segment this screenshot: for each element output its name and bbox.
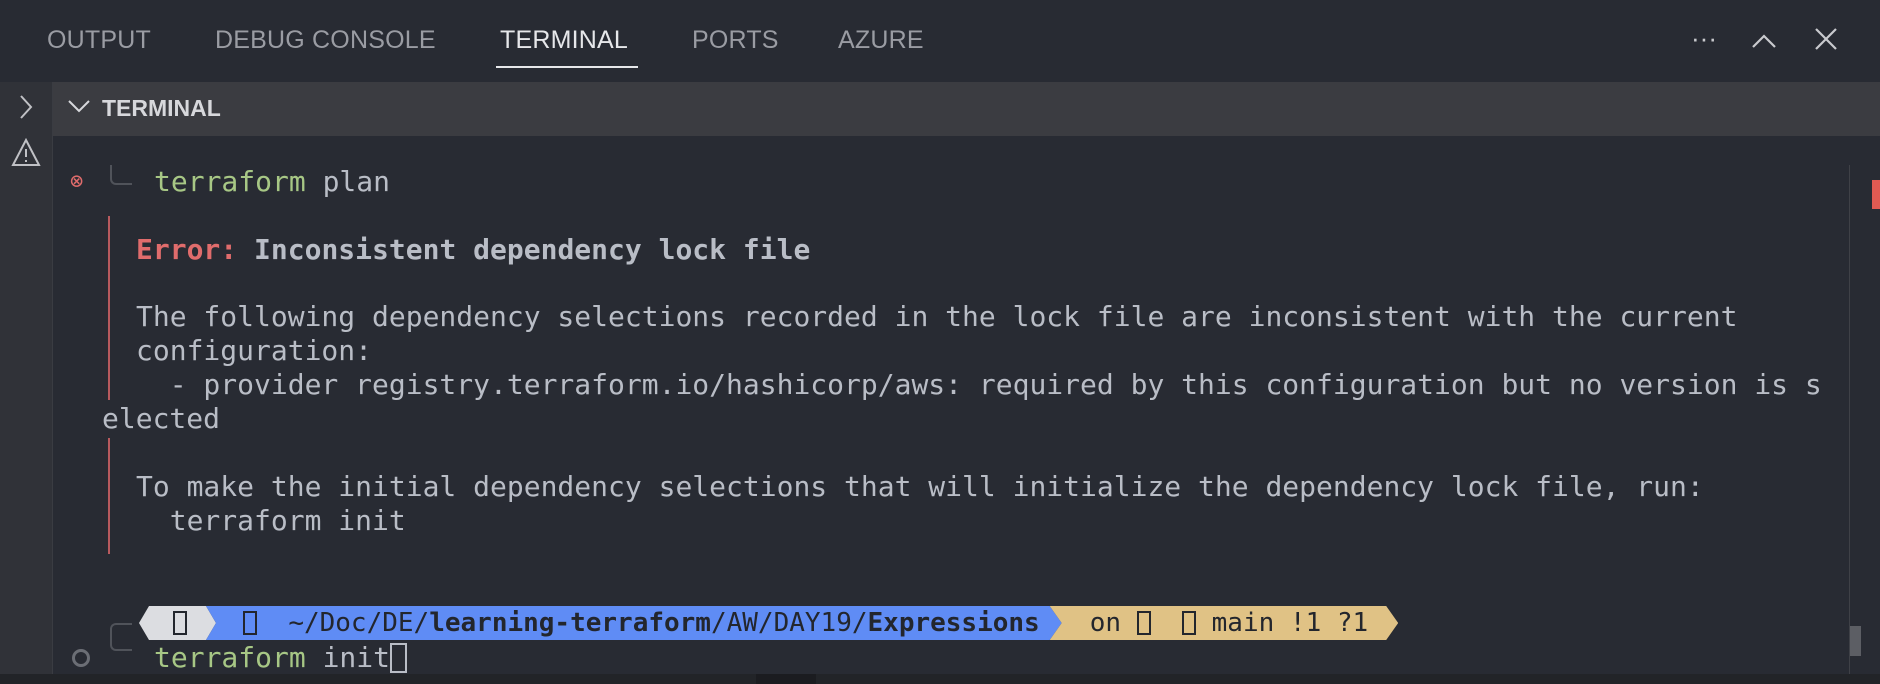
command-name: terraform (154, 165, 306, 198)
prompt-connector (110, 623, 132, 651)
git-segment: on main !1 ?1 (1050, 606, 1399, 640)
panel-bottom-edge (0, 674, 1880, 684)
folder-icon (243, 611, 257, 635)
prompt-connector (110, 165, 132, 185)
command-args: init (305, 641, 391, 674)
chevron-right-icon[interactable] (6, 94, 46, 125)
path-repo: learning-terraform (429, 608, 711, 638)
command-name: terraform (154, 641, 306, 674)
shell-prompt: ~/Doc/DE/learning-terraform/AW/DAY19/Exp… (139, 606, 1398, 640)
path-segment: ~/Doc/DE/learning-terraform/AW/DAY19/Exp… (206, 606, 1062, 640)
git-status: !1 ?1 (1289, 608, 1369, 638)
command-args: plan (305, 165, 391, 198)
apple-icon (173, 611, 187, 635)
path-dir: Expressions (867, 608, 1040, 638)
more-actions-icon[interactable]: ··· (1684, 18, 1724, 58)
path-mid: /AW/DAY19/ (710, 608, 868, 638)
output-line: - provider registry.terraform.io/hashico… (136, 368, 1822, 401)
cursor (390, 643, 408, 673)
git-on: on (1089, 608, 1122, 638)
error-bar (108, 216, 110, 400)
github-icon (1137, 611, 1151, 635)
command-status-circle-icon[interactable] (72, 649, 90, 667)
tab-ports[interactable]: PORTS (692, 26, 779, 55)
terminal-section-header[interactable]: TERMINAL (53, 82, 1880, 136)
tab-debug-console[interactable]: DEBUG CONSOLE (215, 26, 436, 55)
error-heading: Error: Inconsistent dependency lock file (136, 233, 810, 267)
output-line: terraform init (136, 504, 406, 537)
branch-icon (1182, 611, 1196, 635)
error-bar (108, 438, 110, 554)
command-line-2[interactable]: terraform init (154, 641, 408, 675)
tab-terminal[interactable]: TERMINAL (500, 26, 628, 55)
output-line: To make the initial dependency selection… (136, 470, 1704, 503)
warning-icon[interactable] (6, 137, 46, 173)
command-line-1: terraform plan (154, 165, 390, 199)
active-tab-indicator (496, 66, 638, 68)
close-icon[interactable] (1806, 22, 1846, 62)
tab-output[interactable]: OUTPUT (47, 26, 151, 55)
path-prefix: ~/Doc/DE/ (288, 608, 430, 638)
terminal-list-gutter (0, 82, 53, 674)
tab-azure[interactable]: AZURE (838, 26, 924, 55)
git-branch: main (1211, 608, 1275, 638)
section-title: TERMINAL (102, 95, 221, 121)
scrollbar-thumb[interactable] (1850, 626, 1861, 656)
os-segment (139, 606, 216, 640)
terminal-scrollbar[interactable] (1849, 165, 1880, 674)
error-title: Inconsistent dependency lock file (237, 233, 811, 266)
output-line: The following dependency selections reco… (136, 300, 1738, 333)
panel-tab-bar: OUTPUT DEBUG CONSOLE TERMINAL PORTS AZUR… (0, 0, 1880, 82)
error-status-icon[interactable]: ⊗ (70, 165, 83, 199)
error-marker (1872, 180, 1880, 209)
chevron-up-icon[interactable] (1744, 22, 1784, 62)
output-line: configuration: (136, 334, 373, 367)
error-label: Error: (136, 233, 238, 266)
output-line: elected (102, 402, 221, 435)
chevron-down-icon[interactable] (67, 98, 91, 119)
sash[interactable] (756, 674, 816, 684)
